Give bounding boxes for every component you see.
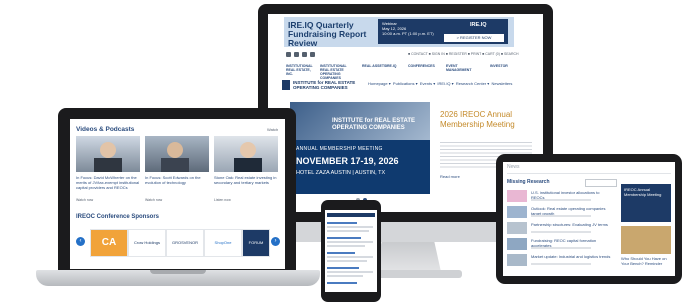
phone-headline[interactable]	[327, 237, 361, 239]
brand-logo-irei[interactable]: INSTITUTIONAL REAL ESTATE, INC.	[286, 64, 316, 76]
webinar-ad-banner[interactable]: IRE.IQ Quarterly Fundraising Report Revi…	[284, 17, 514, 48]
brand-logo-conferences[interactable]: CONFERENCES	[408, 64, 435, 68]
hero-banner[interactable]: INSTITUTE for REAL ESTATE OPERATING COMP…	[290, 102, 430, 194]
monitor-stand	[375, 242, 441, 272]
sponsor-logo[interactable]: GROSVENOR	[166, 229, 204, 257]
sponsor-logo[interactable]: CA	[90, 229, 128, 257]
article-title[interactable]: Partnership structures: Evaluating JV te…	[531, 222, 611, 227]
ad-brand-logo: IRE.IQ	[470, 22, 487, 28]
sponsors-title: IREOC Conference Sponsors	[76, 214, 160, 220]
phone-text-line	[327, 241, 373, 243]
nav-item-homepage[interactable]: Homepage	[368, 81, 388, 86]
sidebar-caption[interactable]: Who Should You Have on Your Bench? Remin…	[621, 256, 673, 266]
sidebar-image[interactable]	[621, 226, 671, 254]
phone-text-line	[327, 256, 373, 258]
person-photo-icon	[161, 142, 189, 172]
sidebar-promo-title: IREOC Annual Membership Meeting	[624, 187, 662, 197]
ad-date: Webinar May 12, 2026 10:00 a.m. PT (1:00…	[382, 21, 442, 36]
article-title[interactable]: Market update: Industrial and logistics …	[531, 254, 611, 259]
phone-text-line	[327, 226, 373, 228]
video-caption[interactable]: Stone Oak: Real estate investing in seco…	[214, 175, 278, 185]
sponsors-next-arrow-icon[interactable]: ›	[271, 237, 280, 246]
video-thumbnail[interactable]	[76, 136, 140, 172]
phone-headline[interactable]	[327, 267, 359, 269]
divider	[507, 173, 671, 174]
youtube-icon[interactable]	[310, 52, 315, 57]
phone-headline[interactable]	[327, 222, 357, 224]
main-nav: Homepage ▾ Publications ▾ Events ▾ IREI.…	[368, 81, 513, 86]
tablet-screen: News Missing Research U.S. institutional…	[503, 162, 675, 276]
ireoc-logo-icon[interactable]	[282, 80, 290, 90]
brand-logo-event-management[interactable]: EVENT MANAGEMENT	[446, 64, 474, 72]
ad-detail-panel: Webinar May 12, 2026 10:00 a.m. PT (1:00…	[378, 19, 508, 44]
ad-time-text: 10:00 a.m. PT (1:00 p.m. ET)	[382, 31, 434, 36]
video-link[interactable]: Watch now	[145, 198, 162, 202]
article-meta	[531, 215, 591, 217]
article-meta	[531, 199, 591, 201]
article-thumbnail[interactable]	[507, 190, 527, 202]
video-caption[interactable]: In Focus: Scott Edwards on the evolution…	[145, 175, 209, 185]
twitter-icon[interactable]	[294, 52, 299, 57]
brand-logo-ireiq[interactable]: IRE.IQ	[386, 64, 397, 68]
phone-text-line	[327, 230, 369, 232]
phone-header-bar	[327, 213, 375, 217]
video-thumbnail[interactable]	[214, 136, 278, 172]
site-name[interactable]: INSTITUTE for REAL ESTATE OPERATING COMP…	[293, 80, 363, 90]
article-meta	[531, 263, 591, 265]
nav-item-research-center[interactable]: Research Center	[456, 81, 486, 86]
video-link[interactable]: Watch now	[76, 198, 93, 202]
hero-subtitle: ANNUAL MEMBERSHIP MEETING	[296, 146, 383, 152]
facebook-icon[interactable]	[286, 52, 291, 57]
article-thumbnail[interactable]	[507, 206, 527, 218]
sidebar-promo[interactable]: IREOC Annual Membership Meeting	[621, 184, 671, 222]
announcement-read-more-link[interactable]: Read more	[440, 174, 460, 179]
brand-logo-real-assets[interactable]: REAL ASSETS	[362, 64, 386, 68]
phone-headline[interactable]	[327, 252, 355, 254]
register-now-button[interactable]: > REGISTER NOW	[444, 34, 504, 42]
article-thumbnail[interactable]	[507, 238, 527, 250]
linkedin-icon[interactable]	[302, 52, 307, 57]
video-caption[interactable]: In Focus: David McWherter on the merits …	[76, 175, 140, 190]
nav-item-events[interactable]: Events	[420, 81, 432, 86]
laptop-screen: Videos & Podcasts Watch In Focus: David …	[70, 119, 285, 269]
hero-date: NOVEMBER 17-19, 2026	[296, 156, 399, 166]
laptop-notch	[150, 270, 206, 274]
search-input[interactable]	[585, 179, 617, 187]
phone-text-line	[327, 275, 363, 277]
phone-text-line	[327, 271, 373, 273]
article-meta	[531, 231, 591, 233]
sponsor-logo[interactable]: Crow Holdings	[128, 229, 166, 257]
utility-links[interactable]: ■ CONTACT ■ SIGN IN ■ REGISTER ■ PRINT ■…	[408, 52, 519, 56]
article-thumbnail[interactable]	[507, 222, 527, 234]
sponsor-logo[interactable]: FORUM	[242, 229, 270, 257]
article-meta	[531, 247, 591, 249]
phone-headline[interactable]	[327, 282, 357, 284]
person-photo-icon	[234, 142, 262, 172]
videos-podcasts-title: Videos & Podcasts	[76, 126, 135, 133]
nav-item-ireiq[interactable]: IREI.IQ	[437, 81, 450, 86]
sponsor-logo[interactable]: ShopOne	[204, 229, 242, 257]
brand-logo-investor[interactable]: INVESTOR	[490, 64, 508, 68]
ad-title: IRE.IQ Quarterly Fundraising Report Revi…	[288, 20, 367, 48]
announcement-title[interactable]: 2026 IREOC Annual Membership Meeting	[440, 110, 535, 130]
phone-screen	[325, 210, 377, 292]
tablet-section-title: Missing Research	[507, 179, 550, 185]
phone-text-line	[327, 260, 367, 262]
video-thumbnail[interactable]	[145, 136, 209, 172]
hero-place: HOTEL ZAZA AUSTIN | AUSTIN, TX	[296, 170, 386, 176]
phone-text-line	[327, 245, 365, 247]
hero-institute-logo: INSTITUTE for REAL ESTATE OPERATING COMP…	[332, 118, 416, 131]
person-photo-icon	[94, 142, 122, 172]
videos-more-link[interactable]: Watch	[267, 127, 278, 132]
nav-item-newsletters[interactable]: Newsletters	[491, 81, 512, 86]
brand-logo-ireoc[interactable]: INSTITUTIONAL REAL ESTATE OPERATING COMP…	[320, 64, 354, 80]
sponsors-prev-arrow-icon[interactable]: ‹	[76, 237, 85, 246]
video-link[interactable]: Listen now	[214, 198, 231, 202]
nav-item-publications[interactable]: Publications	[393, 81, 415, 86]
tablet-header: News	[507, 164, 520, 170]
article-thumbnail[interactable]	[507, 254, 527, 266]
